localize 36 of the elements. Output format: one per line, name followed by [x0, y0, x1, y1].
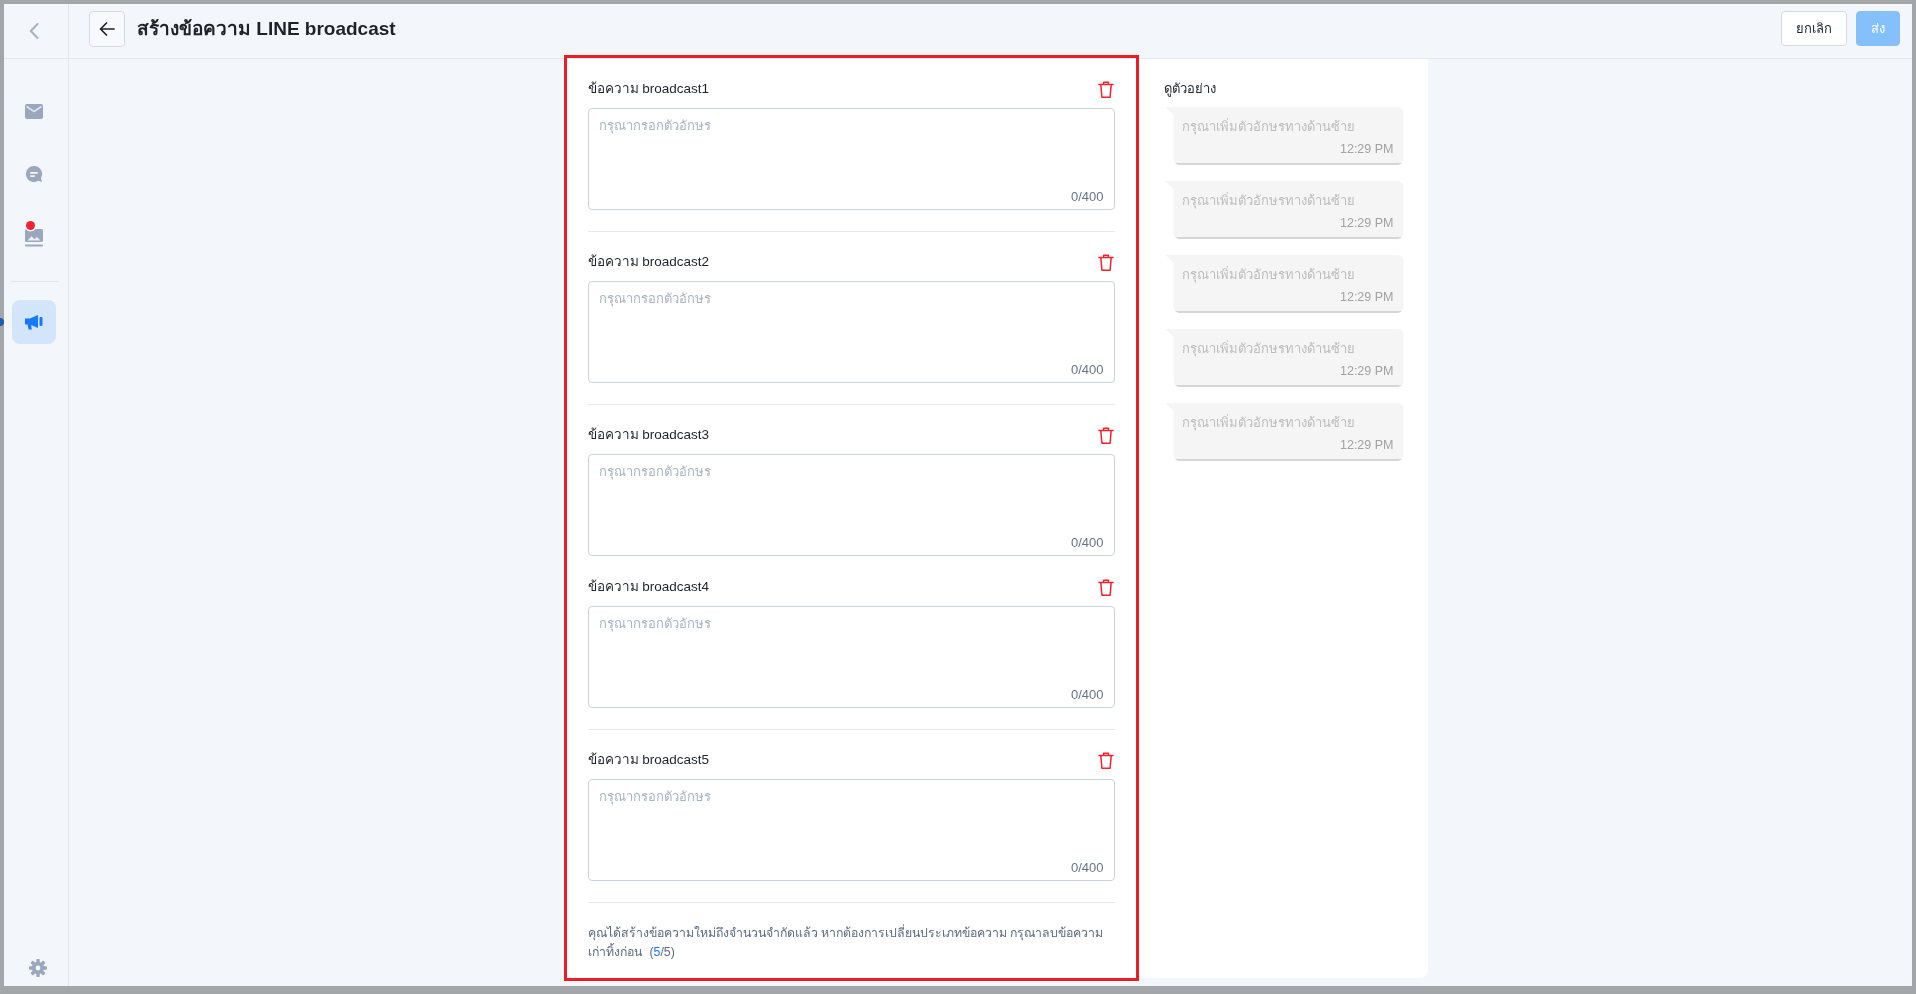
trash-icon[interactable]: [1097, 578, 1114, 596]
message-label: ข้อความ broadcast5: [587, 751, 710, 769]
bubble-time: 12:29 PM: [1340, 289, 1394, 305]
back-button[interactable]: [89, 11, 125, 47]
trash-icon[interactable]: [1097, 253, 1114, 271]
message-label: ข้อความ broadcast1: [587, 80, 710, 98]
preview-title: ดูตัวอย่าง: [1163, 80, 1217, 98]
character-counter: 0/400: [1070, 859, 1104, 877]
megaphone-icon: [24, 314, 44, 330]
page-title: สร้างข้อความ LINE broadcast: [137, 17, 396, 41]
trash-icon[interactable]: [1097, 751, 1114, 769]
arrow-left-icon: [99, 22, 115, 36]
bubble-text: กรุณาเพิ่มตัวอักษรทางด้านซ้าย: [1181, 415, 1356, 431]
character-counter: 0/400: [1070, 534, 1104, 552]
character-counter: 0/400: [1070, 361, 1104, 379]
trash-icon[interactable]: [1097, 426, 1114, 444]
envelope-icon: [25, 103, 43, 119]
picture-icon: [25, 227, 43, 247]
cancel-button[interactable]: ยกเลิก: [1781, 11, 1847, 46]
bubble-text: กรุณาเพิ่มตัวอักษรทางด้านซ้าย: [1181, 341, 1356, 357]
character-counter: 0/400: [1070, 188, 1104, 206]
bubble-text: กรุณาเพิ่มตัวอักษรทางด้านซ้าย: [1181, 119, 1356, 135]
trash-icon[interactable]: [1097, 80, 1114, 98]
settings-icon[interactable]: [29, 959, 47, 977]
bubble-time: 12:29 PM: [1340, 215, 1394, 231]
bubble-text: กรุณาเพิ่มตัวอักษรทางด้านซ้าย: [1181, 193, 1356, 209]
character-counter: 0/400: [1070, 686, 1104, 704]
bubble-time: 12:29 PM: [1340, 141, 1394, 157]
bubble-time: 12:29 PM: [1340, 437, 1394, 453]
bubble-time: 12:29 PM: [1340, 363, 1394, 379]
message-label: ข้อความ broadcast2: [587, 253, 710, 271]
message-label: ข้อความ broadcast3: [587, 426, 710, 444]
message-label: ข้อความ broadcast4: [587, 578, 710, 596]
chat-bubble-icon: [25, 165, 43, 183]
limit-notice: คุณได้สร้างข้อความใหม่ถึงจำนวนจำกัดแล้ว หากต้องการเปลี่ยนประเภทข้อความ กรุณาลบข้อความเก่าทิ้งก่อน (5/5): [587, 924, 1105, 961]
bubble-text: กรุณาเพิ่มตัวอักษรทางด้านซ้าย: [1181, 267, 1356, 283]
